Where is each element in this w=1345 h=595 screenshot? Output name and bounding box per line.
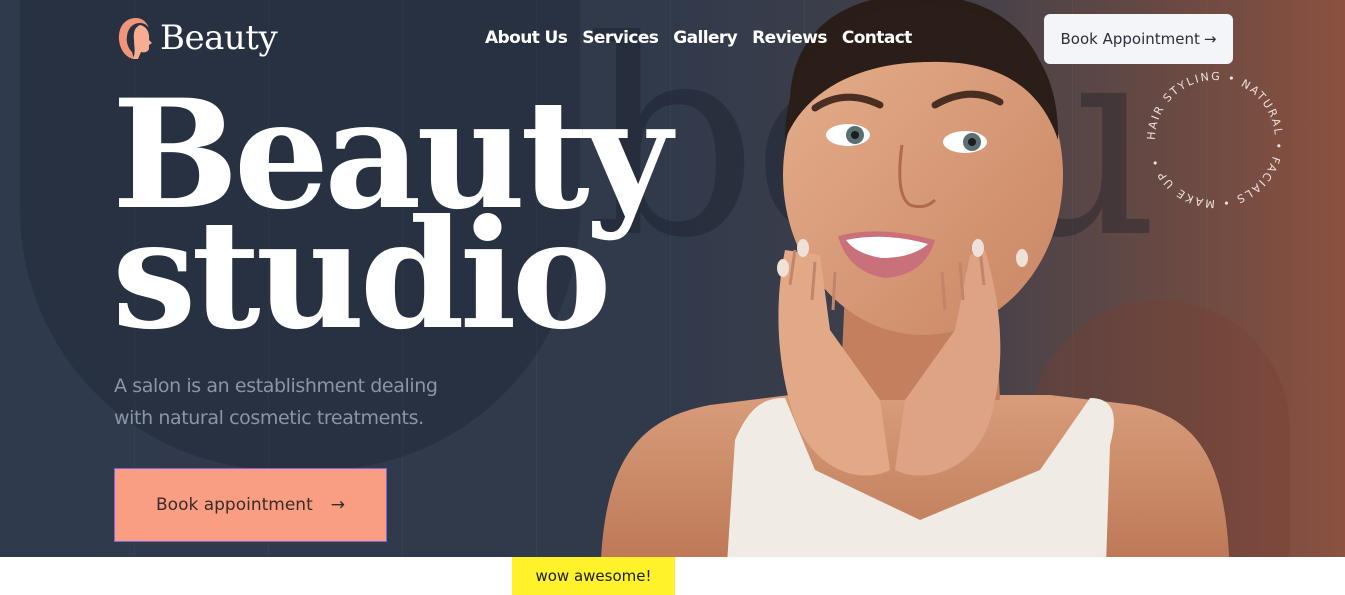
cta-label: Book appointment <box>156 495 313 515</box>
hero-heading-line2: studio <box>112 187 612 363</box>
nav-item-services[interactable]: Services <box>582 28 659 48</box>
header-book-appointment-button[interactable]: Book Appointment → <box>1044 14 1233 64</box>
brand-logo[interactable]: Beauty <box>116 16 278 60</box>
nav-item-contact[interactable]: Contact <box>842 28 912 48</box>
wow-awesome-tag: wow awesome! <box>512 557 675 595</box>
header-book-label: Book Appointment <box>1060 30 1200 48</box>
nav-item-gallery[interactable]: Gallery <box>673 28 737 48</box>
hero-book-appointment-button[interactable]: Book appointment → <box>114 468 387 542</box>
hero-description: A salon is an establishment dealing with… <box>114 375 438 429</box>
main-nav: About Us Services Gallery Reviews Contac… <box>485 28 912 48</box>
badge-ring-text: HAIR STYLING • NATURAL • FACIALS • MAKE … <box>1145 70 1283 210</box>
hero-section: be u HAIR STYLING • NATURAL • FACIALS • … <box>0 0 1345 595</box>
nav-item-about-us[interactable]: About Us <box>485 28 568 48</box>
services-ring-badge: HAIR STYLING • NATURAL • FACIALS • MAKE … <box>1145 70 1285 210</box>
nav-item-reviews[interactable]: Reviews <box>752 28 827 48</box>
arrow-right-icon: → <box>330 495 345 515</box>
svg-text:HAIR STYLING • NATURAL • FACIA: HAIR STYLING • NATURAL • FACIALS • MAKE … <box>1145 70 1285 210</box>
brand-name: Beauty <box>160 18 278 58</box>
woman-profile-icon <box>118 18 152 59</box>
arrow-right-icon: → <box>1203 30 1217 48</box>
